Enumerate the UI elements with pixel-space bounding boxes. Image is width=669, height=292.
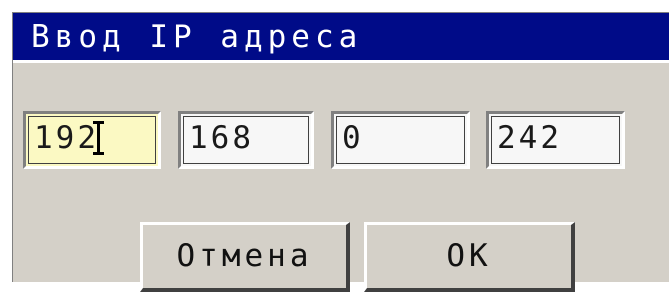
dialog-title: Ввод IP адреса bbox=[31, 19, 363, 55]
ip-octet-3-value: 0 bbox=[342, 120, 364, 156]
dialog-titlebar: Ввод IP адреса bbox=[13, 13, 669, 63]
ip-octet-1-input[interactable]: 192 bbox=[23, 111, 161, 169]
dialog-body: Ввод IP адреса 192 168 0 242 Отмена OK bbox=[12, 12, 669, 292]
ip-octet-1-value: 192 bbox=[34, 120, 99, 156]
ip-octet-3-input[interactable]: 0 bbox=[331, 111, 470, 169]
ip-octet-4-input[interactable]: 242 bbox=[486, 111, 625, 169]
ip-octet-2-input[interactable]: 168 bbox=[178, 111, 314, 169]
ip-address-dialog: Ввод IP адреса 192 168 0 242 Отмена OK bbox=[0, 0, 669, 292]
text-cursor bbox=[93, 120, 104, 155]
ip-octet-2-value: 168 bbox=[189, 120, 254, 156]
ip-octet-4-value: 242 bbox=[497, 120, 562, 156]
